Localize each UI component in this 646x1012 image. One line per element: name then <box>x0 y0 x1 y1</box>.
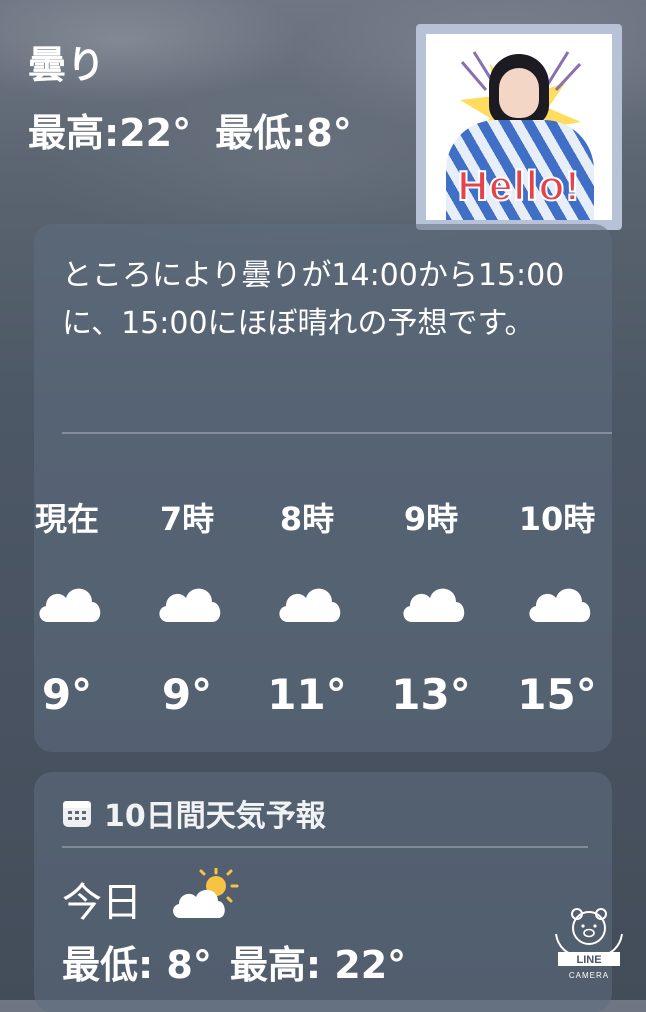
ten-day-title: 10日間天気予報 <box>104 799 326 834</box>
sticker-image: Hello! <box>426 34 612 220</box>
hour-label: 8時 <box>279 500 335 538</box>
hour-label: 9時 <box>403 500 459 538</box>
forecast-day-label: 今日 <box>62 880 142 926</box>
summary-divider <box>62 432 612 434</box>
hour-label: 10時 <box>518 500 596 538</box>
watermark-line: LINE <box>576 954 601 966</box>
today-high-low: 最高:22° 最低:8° <box>28 102 376 157</box>
cloud-icon <box>159 588 221 622</box>
hour-temp: 9° <box>161 670 213 719</box>
forecast-low: 最低: 8° <box>62 943 212 987</box>
hour-label: 7時 <box>159 500 215 538</box>
ten-day-header: 10日間天気予報 <box>62 796 326 834</box>
forecast-high: 最高: 22° <box>229 943 407 987</box>
hour-temp: 11° <box>267 670 347 719</box>
hello-sticker: Hello! <box>416 24 622 230</box>
watermark-camera: CAMERA <box>569 971 609 980</box>
hour-temp: 9° <box>41 670 93 719</box>
cloud-icon <box>529 588 591 622</box>
low-temp: 最低:8° <box>215 111 352 155</box>
hello-text: Hello! <box>457 161 581 210</box>
person-face <box>499 68 539 118</box>
ten-day-forecast-card[interactable]: 10日間天気予報 今日 最低: 8° 最高: 22° <box>34 772 612 1012</box>
forecast-temps: 最低: 8° 最高: 22° <box>62 934 424 989</box>
calendar-icon <box>63 801 91 827</box>
partly-sunny-icon <box>173 868 239 918</box>
forecast-divider <box>62 846 588 848</box>
cloud-icon <box>39 588 101 622</box>
cloud-icon <box>279 588 341 622</box>
cloud-icon <box>403 588 465 622</box>
forecast-summary: ところにより曇りが14:00から15:00に、15:00にほぼ晴れの予想です。 <box>62 258 565 341</box>
high-temp: 最高:22° <box>28 111 192 155</box>
hour-temp: 13° <box>391 670 471 719</box>
hour-temp: 15° <box>517 670 597 719</box>
current-condition: 曇り <box>28 43 107 87</box>
hour-label: 現在 <box>34 500 99 538</box>
line-camera-watermark: LINE CAMERA <box>555 908 623 980</box>
hourly-forecast-card[interactable]: ところにより曇りが14:00から15:00に、15:00にほぼ晴れの予想です。 … <box>34 224 612 752</box>
